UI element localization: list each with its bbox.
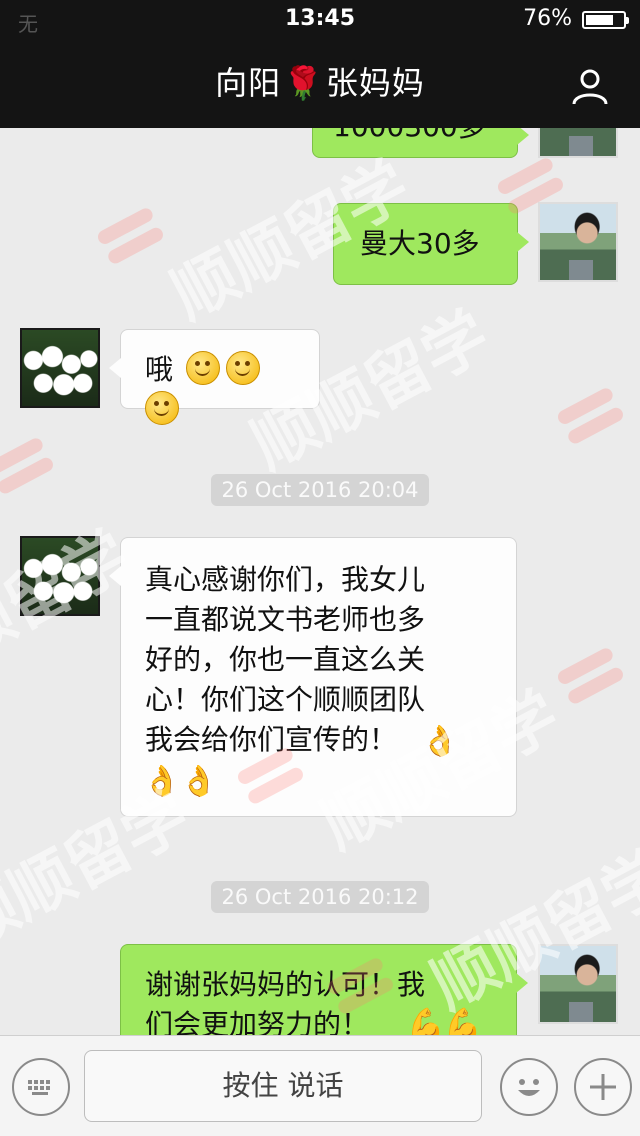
- message-text: 曼大30多: [360, 227, 480, 260]
- more-actions-button[interactable]: [574, 1058, 632, 1116]
- navigation-header: 无 13:45 76% 向阳🌹张妈妈: [0, 0, 640, 128]
- keyboard-toggle-button[interactable]: [12, 1058, 70, 1116]
- hold-to-talk-button[interactable]: 按住 说话: [84, 1050, 482, 1122]
- plus-icon: [590, 1074, 616, 1100]
- input-bar: 按住 说话: [0, 1035, 640, 1136]
- timestamp: 26 Oct 2016 20:12: [0, 881, 640, 913]
- timestamp-label: 26 Oct 2016 20:04: [211, 474, 429, 506]
- message-bubble-received[interactable]: 哦: [109, 329, 320, 425]
- ok-hand-emoji-icon: 👌: [180, 764, 218, 799]
- avatar-self[interactable]: [538, 202, 618, 282]
- avatar-contact[interactable]: [20, 328, 100, 408]
- timestamp-label: 26 Oct 2016 20:12: [211, 881, 429, 913]
- message-text: 哦: [145, 353, 174, 386]
- battery-icon: [582, 11, 629, 29]
- smile-emoji-icon: [225, 351, 260, 385]
- message-bubble-received[interactable]: 真心感谢你们，我女儿 一直都说文书老师也多 好的，你也一直这么关 心！你们这个顺…: [109, 537, 517, 817]
- timestamp: 26 Oct 2016 20:04: [0, 474, 640, 506]
- message-bubble-sent[interactable]: 曼大30多: [333, 203, 529, 285]
- chat-title: 向阳🌹张妈妈: [0, 58, 640, 104]
- status-bar: 无 13:45 76%: [0, 0, 640, 40]
- person-icon: [572, 69, 608, 105]
- smile-emoji-icon: [185, 351, 220, 385]
- chat-area[interactable]: 1000300多 曼大30多 哦 26 Oct 2016 20:04 真心感谢你…: [0, 0, 640, 1136]
- ok-hand-emoji-icon: 👌: [143, 764, 181, 799]
- battery-percent: 76%: [523, 6, 572, 31]
- chat-title-name-right: 张妈妈: [325, 64, 425, 102]
- ok-hand-emoji-icon: 👌: [421, 724, 459, 759]
- avatar-contact[interactable]: [20, 536, 100, 616]
- contact-profile-button[interactable]: [570, 66, 610, 106]
- rose-emoji-icon: 🌹: [283, 64, 324, 102]
- smile-emoji-icon: [145, 391, 179, 425]
- battery-level: [586, 15, 613, 25]
- chat-title-name-left: 向阳: [215, 64, 282, 102]
- avatar-self[interactable]: [538, 944, 618, 1024]
- emoji-button[interactable]: [500, 1058, 558, 1116]
- keyboard-icon: [28, 1080, 50, 1095]
- smiley-icon: [518, 1079, 540, 1096]
